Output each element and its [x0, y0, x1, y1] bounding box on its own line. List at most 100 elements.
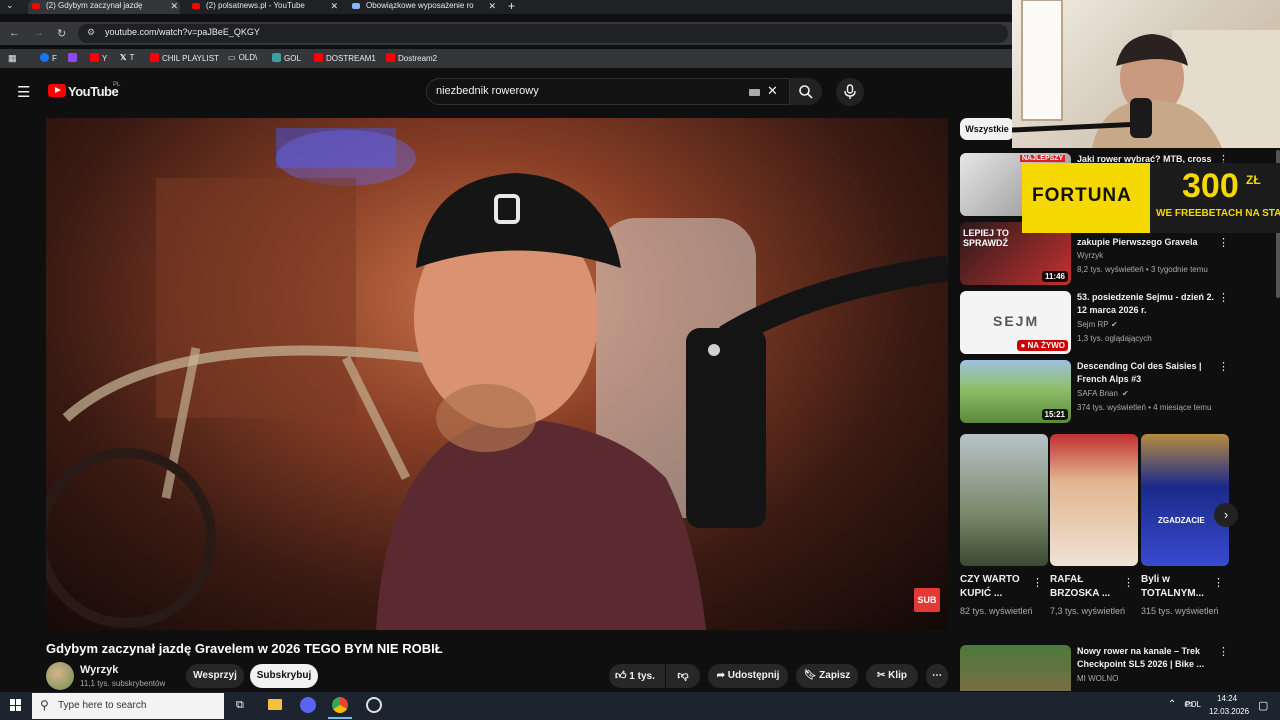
video-meta: 8,2 tys. wyświetleń • 3 tygodnie temu	[1077, 265, 1208, 274]
clip-button[interactable]: ✂ Klip	[866, 664, 918, 688]
task-view-icon[interactable]: ⧉	[236, 699, 244, 712]
bookmark-twitch[interactable]	[68, 53, 80, 63]
new-tab-button[interactable]: +	[508, 0, 515, 13]
notifications-icon[interactable]: ▢	[1258, 699, 1268, 712]
discord-icon[interactable]	[300, 697, 316, 713]
chrome-icon[interactable]	[332, 697, 348, 713]
bookmark-chil-playlist[interactable]: CHIL PLAYLIST	[150, 53, 219, 63]
verified-icon: ✔	[1111, 320, 1118, 329]
short-title[interactable]: CZY WARTO KUPIĆ ...	[960, 573, 1032, 601]
video-title[interactable]: Nowy rower na kanale – Trek Checkpoint S…	[1077, 645, 1217, 671]
channel-avatar[interactable]	[46, 662, 74, 690]
dislike-button[interactable]: 👎︎	[666, 664, 700, 688]
live-badge: ● NA ŻYWO	[1017, 340, 1068, 351]
windows-start-icon[interactable]	[10, 699, 22, 711]
more-vertical-icon[interactable]: ⋮	[1032, 576, 1043, 589]
close-icon[interactable]: ✕	[488, 0, 496, 12]
more-vertical-icon[interactable]: ⋮	[1213, 576, 1224, 589]
forward-icon[interactable]: →	[33, 27, 44, 39]
youtube-logo-text[interactable]: YouTube	[68, 84, 119, 99]
bookmark-x[interactable]: 𝕏T	[120, 53, 134, 62]
taskbar-search-input[interactable]: ⚲ Type here to search	[32, 693, 224, 719]
video-thumbnail[interactable]: 15:21	[960, 360, 1071, 423]
close-icon[interactable]: ✕	[170, 0, 178, 12]
more-vertical-icon[interactable]: ⋮	[1123, 576, 1134, 589]
more-vertical-icon[interactable]: ⋮	[1218, 236, 1229, 249]
gol-icon	[272, 53, 281, 62]
save-button[interactable]: 🔖︎ Zapisz	[796, 664, 858, 688]
list-item[interactable]: SEJM ● NA ŻYWO 53. posiedzenie Sejmu - d…	[960, 291, 1240, 355]
more-vertical-icon[interactable]: ⋮	[1218, 360, 1229, 373]
youtube-favicon-icon	[192, 3, 200, 9]
sub-badge[interactable]: SUB	[914, 588, 940, 612]
clock-date[interactable]: 12.03.2026	[1209, 707, 1249, 716]
short-thumbnail[interactable]	[960, 434, 1048, 566]
keyboard-icon[interactable]	[749, 89, 760, 96]
file-explorer-icon[interactable]	[268, 699, 282, 710]
short-title[interactable]: Byli w TOTALNYM...	[1141, 573, 1213, 601]
more-actions-button[interactable]: ⋯	[926, 664, 948, 688]
list-item[interactable]: 15:21 Descending Col des Saisies | Frenc…	[960, 360, 1240, 424]
thumbs-up-icon: 👍︎	[615, 670, 627, 682]
clear-search-icon[interactable]: ✕	[767, 83, 778, 99]
scissors-icon: ✂	[876, 670, 886, 681]
folder-icon: ▭	[228, 53, 236, 62]
short-thumbnail[interactable]	[1050, 434, 1138, 566]
ad-amount: 300	[1182, 167, 1239, 205]
video-thumbnail[interactable]: SEJM ● NA ŻYWO	[960, 291, 1071, 354]
bookmark-facebook[interactable]: F	[40, 53, 57, 63]
video-title[interactable]: Descending Col des Saisies | French Alps…	[1077, 360, 1217, 386]
filter-chip-all[interactable]: Wszystkie	[960, 118, 1014, 140]
channel-name[interactable]: MI WOLNO	[1077, 674, 1118, 683]
thumbnail-text: SEJM	[993, 313, 1040, 329]
share-button[interactable]: ➦ Udostępnij	[708, 664, 788, 688]
channel-name[interactable]: Sejm RP	[1077, 320, 1109, 329]
support-button[interactable]: Wesprzyj	[186, 664, 244, 688]
list-item[interactable]: Nowy rower na kanale – Trek Checkpoint S…	[960, 645, 1240, 691]
more-vertical-icon[interactable]: ⋮	[1218, 291, 1229, 304]
channel-name[interactable]: Wyrzyk	[1077, 251, 1103, 260]
tab-search-icon[interactable]: ⌄	[6, 0, 14, 11]
short-title[interactable]: RAFAŁ BRZOSKA ...	[1050, 573, 1122, 601]
more-vertical-icon[interactable]: ⋮	[1218, 645, 1229, 658]
video-title[interactable]: 53. posiedzenie Sejmu - dzień 2. 12 marc…	[1077, 291, 1217, 317]
youtube-favicon-icon	[32, 3, 40, 9]
more-horizontal-icon: ⋯	[932, 670, 942, 681]
clock-time[interactable]: 14:24	[1217, 694, 1237, 703]
video-player[interactable]: SUB	[46, 118, 948, 630]
close-icon[interactable]: ✕	[330, 0, 338, 12]
apps-icon[interactable]: ▦	[8, 53, 17, 64]
subscribe-button[interactable]: Subskrybuj	[250, 664, 318, 688]
site-info-icon[interactable]: ⚙	[87, 27, 95, 38]
video-duration: 15:21	[1041, 409, 1068, 420]
shorts-next-button[interactable]: ›	[1214, 503, 1238, 527]
taskbar-active-indicator	[328, 717, 352, 719]
app-icon[interactable]	[366, 697, 382, 713]
microphone-icon	[844, 84, 856, 99]
reload-icon[interactable]: ↻	[57, 27, 66, 40]
voice-search-button[interactable]	[836, 78, 864, 106]
webcam-overlay	[1012, 0, 1280, 148]
fortuna-ad-banner[interactable]: FORTUNA 300 ZŁ WE FREEBETACH NA STAS	[1022, 163, 1280, 233]
video-title[interactable]: zakupie Pierwszego Gravela	[1077, 236, 1217, 249]
bookmark-youtube[interactable]: Y	[90, 53, 107, 63]
channel-name[interactable]: Wyrzyk	[80, 664, 118, 676]
bookmark-dostream2[interactable]: Dostream2	[386, 53, 437, 63]
bookmark-dostream1[interactable]: DOSTREAM1	[314, 53, 376, 63]
like-button[interactable]: 👍︎ 1 tys.	[609, 664, 665, 688]
language-indicator[interactable]: POL	[1185, 700, 1201, 709]
tray-chevron-icon[interactable]: ⌃	[1168, 699, 1176, 710]
tab-1[interactable]: (2) Gdybym zaczynał jazdę ✕	[28, 0, 180, 14]
bookmark-gol[interactable]: GOL	[272, 53, 301, 63]
tab-2[interactable]: (2) polsatnews.pl - YouTube ✕	[188, 0, 340, 14]
short-thumbnail[interactable]: ZGADZACIE	[1141, 434, 1229, 566]
menu-icon[interactable]: ☰	[17, 83, 30, 101]
channel-name[interactable]: SAFA Brian	[1077, 389, 1118, 398]
search-input[interactable]: niezbednik rowerowy ✕	[426, 78, 790, 105]
search-button[interactable]	[790, 78, 822, 105]
tab-3[interactable]: Obowiązkowe wyposażenie ro ✕	[348, 0, 498, 14]
bookmark-folder-old[interactable]: ▭ OLD\	[228, 53, 257, 62]
back-icon[interactable]: ←	[9, 27, 20, 39]
video-thumbnail[interactable]	[960, 645, 1071, 691]
youtube-logo-icon[interactable]	[48, 84, 66, 97]
